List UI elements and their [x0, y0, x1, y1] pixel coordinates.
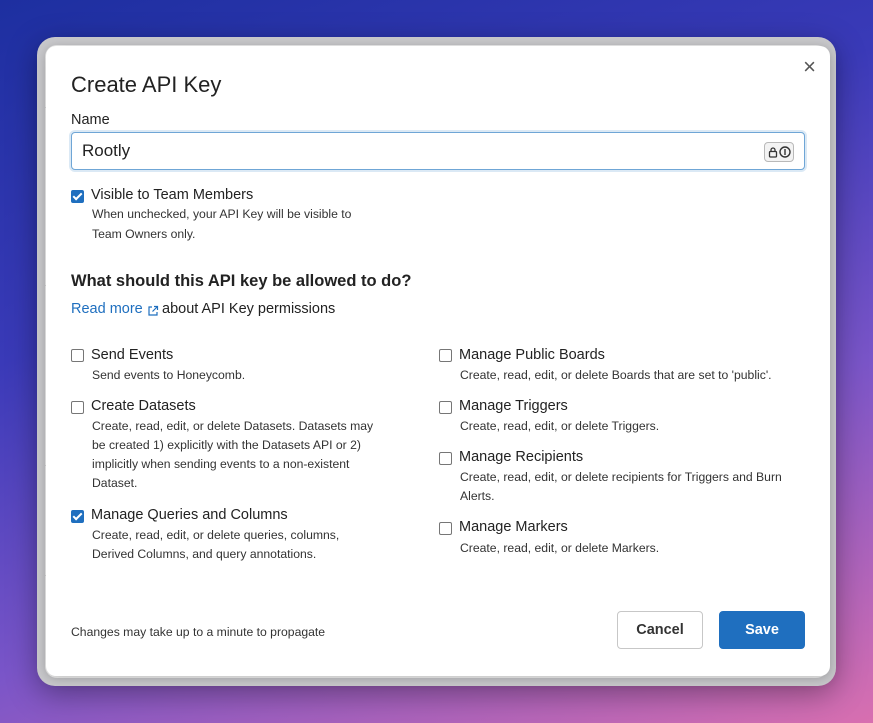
create-datasets-checkbox[interactable]	[71, 401, 84, 414]
manage-queries-checkbox[interactable]	[71, 510, 84, 523]
manage-triggers-checkbox[interactable]	[439, 401, 452, 414]
visible-to-team-label: Visible to Team Members	[91, 187, 254, 203]
visible-desc-line2: Team Owners only.	[92, 227, 196, 241]
manage-public-boards-desc: Create, read, edit, or delete Boards tha…	[460, 368, 772, 382]
manage-recipients-desc-1: Create, read, edit, or delete recipients…	[460, 470, 782, 484]
manage-queries-desc-1: Create, read, edit, or delete queries, c…	[92, 528, 340, 542]
manage-markers-desc: Create, read, edit, or delete Markers.	[460, 541, 660, 555]
lock-icon	[768, 146, 777, 158]
manage-queries-desc-2: Derived Columns, and query annotations.	[92, 547, 317, 561]
create-datasets-desc-4: Dataset.	[92, 476, 138, 490]
create-datasets-label: Create Datasets	[91, 398, 196, 414]
manage-triggers-label: Manage Triggers	[459, 398, 568, 414]
dialog-title: Create API Key	[71, 72, 222, 97]
manage-markers-checkbox[interactable]	[439, 522, 452, 535]
manage-public-boards-label: Manage Public Boards	[459, 347, 605, 363]
name-input[interactable]	[71, 132, 805, 170]
create-api-key-dialog: × Create API Key Name Visible to Team Me…	[46, 46, 830, 676]
manage-markers-label: Manage Markers	[459, 519, 568, 535]
manage-public-boards-checkbox[interactable]	[439, 349, 452, 362]
name-label: Name	[71, 112, 110, 128]
close-icon[interactable]: ×	[803, 56, 816, 78]
create-datasets-desc-3: implicitly when sending events to a non-…	[92, 457, 350, 471]
lock-info-icon[interactable]	[764, 142, 794, 162]
create-datasets-desc-1: Create, read, edit, or delete Datasets. …	[92, 419, 374, 433]
read-more-link[interactable]: Read more	[71, 301, 143, 317]
info-icon	[778, 146, 791, 158]
send-events-desc: Send events to Honeycomb.	[92, 368, 246, 382]
manage-queries-label: Manage Queries and Columns	[91, 507, 288, 523]
read-more-suffix: about API Key permissions	[162, 301, 336, 317]
visible-to-team-checkbox[interactable]	[71, 190, 84, 203]
manage-triggers-desc: Create, read, edit, or delete Triggers.	[460, 419, 660, 433]
manage-recipients-desc-2: Alerts.	[460, 489, 495, 503]
manage-recipients-label: Manage Recipients	[459, 449, 584, 465]
send-events-checkbox[interactable]	[71, 349, 84, 362]
footer-note: Changes may take up to a minute to propa…	[71, 625, 326, 639]
external-link-icon[interactable]	[147, 305, 159, 317]
manage-recipients-checkbox[interactable]	[439, 452, 452, 465]
save-button[interactable]: Save	[719, 611, 805, 649]
cancel-button[interactable]: Cancel	[617, 611, 703, 649]
send-events-label: Send Events	[91, 347, 174, 363]
visible-desc-line1: When unchecked, your API Key will be vis…	[92, 207, 352, 221]
create-datasets-desc-2: be created 1) explicitly with the Datase…	[92, 438, 361, 452]
permissions-heading: What should this API key be allowed to d…	[71, 272, 412, 290]
